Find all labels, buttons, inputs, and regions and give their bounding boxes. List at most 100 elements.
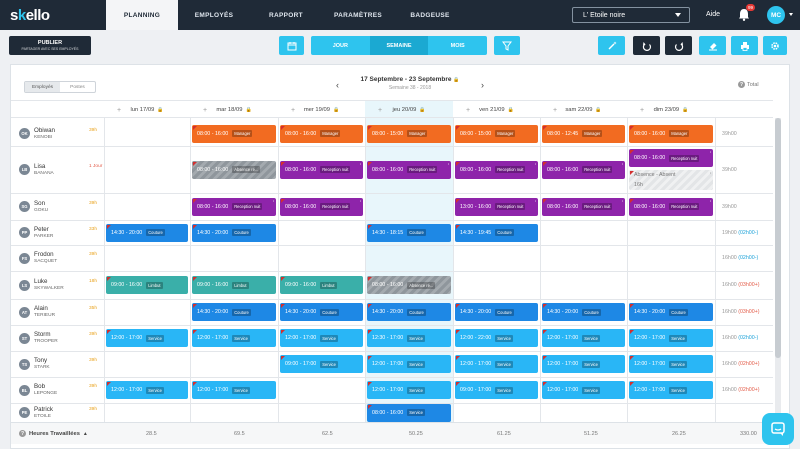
eraser-button[interactable] <box>699 36 726 55</box>
shift-block[interactable]: Absence - Absent 16h ⁱ <box>629 170 713 190</box>
add-shift-icon[interactable]: + <box>378 107 382 114</box>
user-avatar[interactable]: MC <box>767 6 785 24</box>
shift-block[interactable]: 12:00 - 17:00 Service <box>192 381 276 399</box>
shift-block[interactable]: 08:00 - 16:00 Reception nuit ⁱ <box>192 197 276 216</box>
shift-block[interactable]: 12:00 - 17:00 Service <box>455 355 538 373</box>
shift-block[interactable]: 08:00 - 16:00 Reception nuit ⁱ <box>367 160 451 179</box>
shift-block[interactable]: 13:00 - 16:00 Reception nuit ⁱ <box>455 197 538 216</box>
shift-block[interactable]: 08:00 - 16:00 Manager <box>192 124 276 143</box>
shift-block[interactable]: 14:30 - 20:00 Couture <box>629 303 713 321</box>
shift-block[interactable]: 08:00 - 16:00 Reception nuit ⁱ <box>542 197 625 216</box>
add-shift-icon[interactable]: + <box>291 107 295 114</box>
tab-employes[interactable]: EMPLOYÉS <box>178 0 250 30</box>
shift-block[interactable]: 12:00 - 17:00 Service <box>280 329 363 347</box>
shift-block[interactable]: 09:00 - 16:00 Limbut <box>192 276 276 294</box>
shift-block[interactable]: 14:30 - 20:00 Couture <box>192 303 276 321</box>
lock-icon[interactable]: 🔒 <box>245 107 251 113</box>
hours-worked-toggle[interactable]: ? Heures Travaillées ▲ <box>19 430 88 437</box>
help-link[interactable]: Aide <box>706 11 720 18</box>
day-header[interactable]: + sam 22/09 🔒 <box>540 103 627 117</box>
shift-block[interactable]: 14:30 - 18:15 Couture <box>367 223 451 242</box>
lock-icon[interactable]: 🔒 <box>682 107 688 113</box>
day-header[interactable]: + lun 17/09 🔒 <box>104 103 190 117</box>
view-semaine-button[interactable]: SEMAINE <box>369 36 429 55</box>
shift-block[interactable]: 09:00 - 16:00 Limbut <box>280 276 363 294</box>
add-shift-icon[interactable]: + <box>203 107 207 114</box>
shift-block[interactable]: 14:30 - 20:00 Couture <box>192 223 276 242</box>
shift-block[interactable]: 09:00 - 17:00 Service <box>455 381 538 399</box>
shift-block[interactable]: 12:00 - 17:00 Service <box>192 329 276 347</box>
shift-block[interactable]: 14:30 - 20:00 Couture <box>106 223 188 242</box>
shift-block[interactable]: 09:00 - 17:00 Service <box>280 355 363 373</box>
help-icon[interactable]: ? <box>738 81 745 88</box>
shift-block[interactable]: 12:00 - 17:00 Service <box>542 329 625 347</box>
shift-block[interactable]: 12:00 - 22:00 Service <box>455 329 538 347</box>
add-shift-icon[interactable]: + <box>117 107 121 114</box>
store-selector[interactable]: L' Etoile noire <box>572 7 690 23</box>
calendar-button[interactable] <box>279 36 304 55</box>
magic-wand-button[interactable] <box>598 36 625 55</box>
shift-block[interactable]: 12:00 - 17:00 Service <box>106 329 188 347</box>
shift-block[interactable]: 08:00 - 16:00 Reception nuit ⁱ <box>629 149 713 167</box>
shift-block[interactable]: 14:30 - 20:00 Couture <box>455 303 538 321</box>
add-shift-icon[interactable]: + <box>640 107 644 114</box>
scrollbar-thumb[interactable] <box>775 118 781 358</box>
day-header[interactable]: + dim 23/09 🔒 <box>627 103 715 117</box>
lock-icon[interactable]: 🔒 <box>453 77 459 83</box>
next-week-arrow[interactable]: › <box>481 80 484 90</box>
shift-block[interactable]: 08:00 - 16:00 Absence ré... <box>192 160 276 179</box>
shift-block[interactable]: 08:00 - 16:00 Reception nuit ⁱ <box>629 197 713 216</box>
shift-block[interactable]: 12:00 - 17:00 Service <box>629 381 713 399</box>
shift-block[interactable]: 12:30 - 17:00 Service <box>367 329 451 347</box>
redo-button[interactable] <box>665 36 692 55</box>
add-shift-icon[interactable]: + <box>553 107 557 114</box>
shift-block[interactable]: 08:00 - 16:00 Absence ré... <box>367 276 451 294</box>
shift-block[interactable]: 12:00 - 17:00 Service <box>367 381 451 399</box>
lock-icon[interactable]: 🔒 <box>333 107 339 113</box>
chat-button[interactable] <box>762 413 794 445</box>
lock-icon[interactable]: 🔒 <box>419 107 425 113</box>
tab-rapport[interactable]: RAPPORT <box>250 0 322 30</box>
publish-button[interactable]: PUBLIER PARTAGER AVEC SES EMPLOYÉS <box>9 36 91 55</box>
shift-block[interactable]: 08:00 - 16:00 Manager <box>280 124 363 143</box>
print-button[interactable] <box>731 36 758 55</box>
shift-block[interactable]: 08:00 - 12:45 Manager <box>542 124 625 143</box>
shift-block[interactable]: 08:00 - 16:00 Reception nuit ⁱ <box>455 160 538 179</box>
add-shift-icon[interactable]: + <box>466 107 470 114</box>
shift-block[interactable]: 12:00 - 17:00 Service <box>542 381 625 399</box>
lock-icon[interactable]: 🔒 <box>157 107 163 113</box>
tab-planning[interactable]: PLANNING <box>106 0 178 30</box>
shift-block[interactable]: 08:00 - 16:00 Reception nuit ⁱ <box>280 160 363 179</box>
shift-block[interactable]: 08:00 - 15:00 Manager <box>367 124 451 143</box>
shift-block[interactable]: 14:30 - 19:45 Couture <box>455 223 538 242</box>
shift-block[interactable]: 09:00 - 16:00 Limbut <box>106 276 188 294</box>
day-header[interactable]: + mer 19/09 🔒 <box>278 103 365 117</box>
shift-block[interactable]: 08:00 - 16:00 Reception nuit ⁱ <box>280 197 363 216</box>
skello-logo[interactable]: s k ello <box>0 0 50 30</box>
tab-badgeuse[interactable]: BADGEUSE <box>394 0 466 30</box>
shift-block[interactable]: 14:30 - 20:00 Couture <box>542 303 625 321</box>
tab-parametres[interactable]: PARAMÈTRES <box>322 0 394 30</box>
filter-button[interactable] <box>494 36 520 55</box>
day-header[interactable]: + mar 18/09 🔒 <box>190 103 278 117</box>
shift-block[interactable]: 08:00 - 15:00 Manager <box>455 124 538 143</box>
view-jour-button[interactable]: JOUR <box>311 36 370 55</box>
shift-block[interactable]: 12:00 - 17:00 Service <box>106 381 188 399</box>
view-mois-button[interactable]: MOIS <box>428 36 487 55</box>
shift-block[interactable]: 08:00 - 16:00 Reception nuit ⁱ <box>542 160 625 179</box>
shift-block[interactable]: 08:00 - 16:00 Service <box>367 403 451 422</box>
toggle-employes[interactable]: Employés <box>25 82 60 92</box>
chevron-down-icon[interactable] <box>789 13 793 16</box>
lock-icon[interactable]: 🔒 <box>595 107 601 113</box>
lock-icon[interactable]: 🔒 <box>508 107 514 113</box>
settings-button[interactable] <box>763 36 787 55</box>
shift-block[interactable]: 14:30 - 20:00 Couture <box>280 303 363 321</box>
day-header[interactable]: + jeu 20/09 🔒 <box>365 103 453 117</box>
undo-button[interactable] <box>633 36 660 55</box>
shift-block[interactable]: 08:00 - 16:00 Manager <box>629 124 713 143</box>
toggle-postes[interactable]: Postes <box>60 82 95 92</box>
shift-block[interactable]: 12:00 - 17:00 Service <box>367 355 451 373</box>
shift-block[interactable]: 14:30 - 20:00 Couture <box>367 303 451 321</box>
shift-block[interactable]: 12:00 - 17:00 Service <box>542 355 625 373</box>
day-header[interactable]: + ven 21/09 🔒 <box>453 103 540 117</box>
